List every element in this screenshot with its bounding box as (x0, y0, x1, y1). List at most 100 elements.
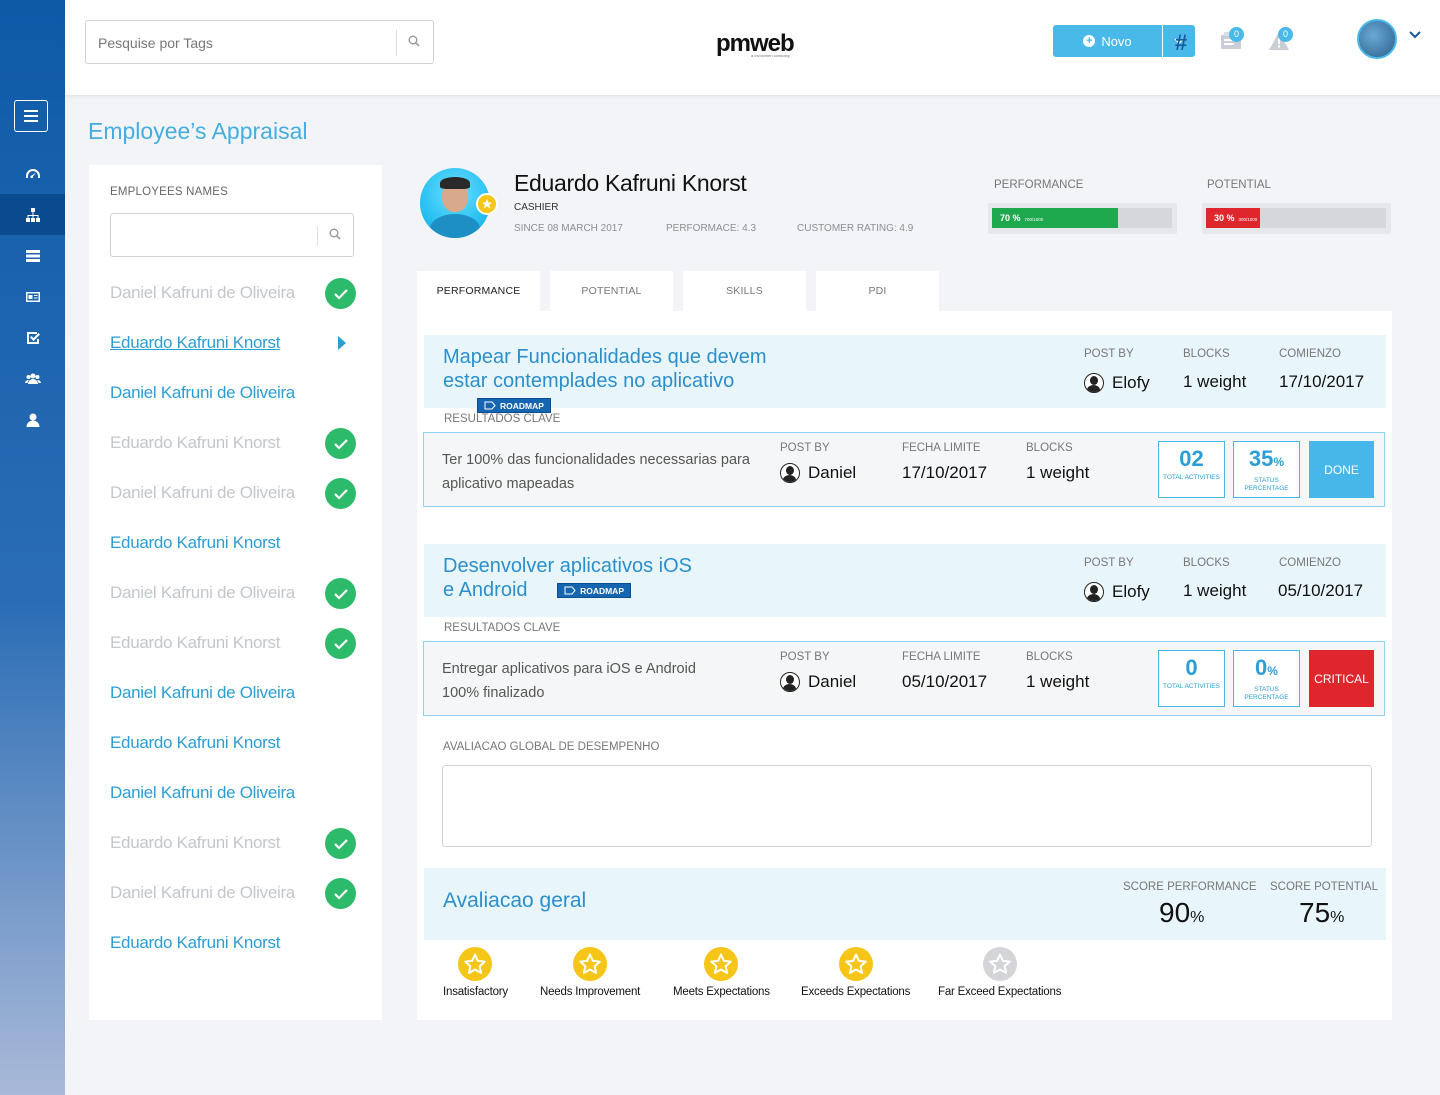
employee-list-name: Daniel Kafruni de Oliveira (110, 683, 295, 702)
employee-list-name: Daniel Kafruni de Oliveira (110, 383, 295, 402)
user-avatar[interactable] (1357, 19, 1397, 59)
start-date-label: COMIENZO (1279, 557, 1341, 569)
dashboard-icon (25, 168, 40, 178)
blocks-value: 1 weight (1026, 463, 1090, 482)
check-circle-icon (325, 878, 356, 909)
performance-bar-fill: 70 % 700/1000 (992, 208, 1118, 228)
tag-search-input[interactable] (98, 32, 388, 54)
employee-list-name: Daniel Kafruni de Oliveira (110, 883, 295, 902)
objective-card[interactable]: Desenvolver aplicativos iOS e Android RO… (424, 544, 1386, 617)
employee-list-item[interactable]: Daniel Kafruni de Oliveira (110, 276, 360, 310)
employee-list-item[interactable]: Eduardo Kafruni Knorst (110, 626, 360, 660)
deadline-label: FECHA LIMITE (902, 651, 981, 663)
status-percentage-box[interactable]: 35% STATUS PERCENTAGE (1233, 441, 1300, 498)
employee-list-item[interactable]: Daniel Kafruni de Oliveira (110, 376, 360, 410)
appraisal-content: Mapear Funcionalidades que devem estar c… (417, 311, 1392, 1020)
check-circle-icon (325, 828, 356, 859)
employee-list-item[interactable]: Daniel Kafruni de Oliveira (110, 576, 360, 610)
total-activities-caption: TOTAL ACTIVITIES (1163, 683, 1220, 690)
total-activities-box[interactable]: 02 TOTAL ACTIVITIES (1158, 441, 1225, 498)
caret-right-icon (338, 336, 346, 350)
rating-option-label: Far Exceed Expectations (938, 986, 1062, 998)
global-evaluation-label: AVALIACAO GLOBAL DE DESEMPENHO (443, 741, 660, 753)
messages-badge: 0 (1229, 27, 1244, 42)
user-icon (26, 413, 39, 427)
tab-potential[interactable]: POTENTIAL (550, 271, 673, 311)
start-date-value: 05/10/2017 (1278, 581, 1364, 600)
hashtag-icon[interactable]: # (1175, 30, 1187, 56)
employee-list-panel: EMPLOYEES NAMES Daniel Kafruni de Olivei… (89, 165, 382, 1020)
sidebar-item-teams[interactable] (0, 358, 65, 399)
status-button[interactable]: CRITICAL (1309, 650, 1374, 707)
total-activities-value: 02 (1179, 446, 1204, 471)
user-avatar-icon (780, 463, 800, 483)
employee-list-item[interactable]: Eduardo Kafruni Knorst (110, 426, 360, 460)
performance-bar-label: PERFORMANCE (994, 179, 1084, 191)
sidebar-item-servers[interactable] (0, 235, 65, 276)
chevron-down-icon[interactable] (1409, 31, 1421, 39)
post-by-label: POST BY (1084, 348, 1134, 360)
sidebar-item-dashboard[interactable] (0, 153, 65, 194)
employee-list-item[interactable]: Daniel Kafruni de Oliveira (110, 776, 360, 810)
blocks-label: BLOCKS (1183, 348, 1230, 360)
tab-performance[interactable]: PERFORMANCE (417, 271, 540, 311)
check-circle-icon (325, 428, 356, 459)
employee-list-item[interactable]: Eduardo Kafruni Knorst (110, 326, 360, 360)
star-icon (838, 947, 873, 981)
star-icon (476, 193, 498, 215)
overall-evaluation: Avaliacao geral SCORE PERFORMANCE 90% SC… (424, 868, 1386, 940)
blocks-label: BLOCKS (1026, 651, 1073, 663)
rating-option[interactable]: Exceeds Expectations (801, 947, 910, 998)
employee-list-item[interactable]: Daniel Kafruni de Oliveira (110, 476, 360, 510)
employee-list-item[interactable]: Eduardo Kafruni Knorst (110, 526, 360, 560)
deadline-value: 05/10/2017 (902, 672, 988, 691)
tab-pdi[interactable]: PDI (816, 271, 939, 311)
post-by-value: Daniel (780, 672, 856, 697)
deadline-value: 17/10/2017 (902, 463, 988, 482)
tab-skills[interactable]: SKILLS (683, 271, 806, 311)
employee-list-item[interactable]: Daniel Kafruni de Oliveira (110, 676, 360, 710)
rating-option[interactable]: Insatisfactory (443, 947, 508, 998)
menu-toggle-button[interactable] (14, 100, 48, 132)
sidebar-item-tasks[interactable] (0, 317, 65, 358)
rating-option-label: Meets Expectations (673, 986, 770, 998)
key-result-card[interactable]: Entregar aplicativos para iOS e Android … (423, 641, 1385, 716)
tag-icon (484, 401, 496, 410)
check-circle-icon (325, 478, 356, 509)
status-percentage-box[interactable]: 0% STATUS PERCENTAGE (1233, 650, 1300, 707)
employee-list-name: Daniel Kafruni de Oliveira (110, 783, 295, 802)
employee-customer-rating: CUSTOMER RATING: 4.9 (797, 223, 914, 234)
star-icon (982, 947, 1017, 981)
employee-list-item[interactable]: Eduardo Kafruni Knorst (110, 726, 360, 760)
search-icon[interactable] (329, 228, 341, 240)
score-performance-label: SCORE PERFORMANCE (1123, 881, 1257, 893)
key-result-card[interactable]: Ter 100% das funcionalidades necessarias… (423, 432, 1385, 507)
rating-option[interactable]: Meets Expectations (673, 947, 770, 998)
employee-list-item[interactable]: Daniel Kafruni de Oliveira (110, 876, 360, 910)
rating-option[interactable]: Far Exceed Expectations (938, 947, 1061, 998)
total-activities-box[interactable]: 0 TOTAL ACTIVITIES (1158, 650, 1225, 707)
status-button[interactable]: DONE (1309, 441, 1374, 498)
sidebar-item-cards[interactable] (0, 276, 65, 317)
employee-list-item[interactable]: Eduardo Kafruni Knorst (110, 826, 360, 860)
employee-search[interactable] (110, 213, 354, 257)
new-button[interactable]: + Novo (1053, 25, 1162, 57)
blocks-value: 1 weight (1026, 672, 1090, 691)
objective-card[interactable]: Mapear Funcionalidades que devem estar c… (424, 335, 1386, 414)
post-by-label: POST BY (1084, 557, 1134, 569)
sidebar-item-profile[interactable] (0, 399, 65, 440)
global-evaluation-field[interactable] (442, 765, 1372, 847)
star-icon (704, 947, 739, 981)
roadmap-tag[interactable]: ROADMAP (477, 398, 551, 414)
new-button-label: Novo (1101, 33, 1132, 49)
employee-role: CASHIER (514, 202, 559, 213)
overall-evaluation-title: Avaliacao geral (443, 889, 587, 912)
potential-bar: 30 % 300/1000 (1202, 203, 1391, 234)
roadmap-tag[interactable]: ROADMAP (557, 583, 631, 599)
start-date-label: COMIENZO (1279, 348, 1341, 360)
employee-list-item[interactable]: Eduardo Kafruni Knorst (110, 926, 360, 960)
search-icon[interactable] (408, 35, 420, 47)
sidebar-item-organization[interactable] (0, 194, 65, 235)
deadline-label: FECHA LIMITE (902, 442, 981, 454)
rating-option[interactable]: Needs Improvement (540, 947, 640, 998)
